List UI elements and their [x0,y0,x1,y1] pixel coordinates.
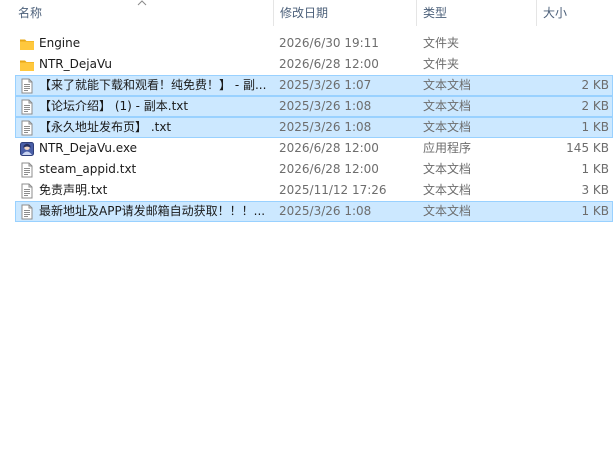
file-size: 2 KB [581,78,609,92]
file-type: 文件夹 [423,36,460,50]
file-size: 1 KB [581,120,609,134]
file-size: 2 KB [581,99,609,113]
file-size: 1 KB [581,162,609,176]
file-name: NTR_DejaVu.exe [39,141,138,155]
text-file-icon [19,162,35,178]
file-row[interactable]: 【论坛介绍】 (1) - 副本.txt 2025/3/26 1:08 文本文档 2 K… [15,96,613,117]
column-header-date-label: 修改日期 [280,6,329,20]
file-modified-date: 2025/11/12 17:26 [279,183,387,197]
file-size: 3 KB [581,183,609,197]
file-row[interactable]: 【永久地址发布页】 .txt 2025/3/26 1:08 文本文档 1 KB [15,117,613,138]
folder-icon [19,36,35,52]
file-type: 文本文档 [423,120,472,134]
sort-ascending-chevron-icon [137,0,147,6]
text-file-icon [19,99,35,115]
text-file-icon [19,120,35,136]
text-file-icon [19,78,35,94]
file-row[interactable]: NTR_DejaVu 2026/6/28 12:00 文件夹 [15,54,613,75]
file-name: 免责声明.txt [39,183,108,197]
file-size [534,55,609,74]
file-modified-date: 2026/6/28 12:00 [279,57,379,71]
file-type: 文本文档 [423,183,472,197]
file-row[interactable]: steam_appid.txt 2026/6/28 12:00 文本文档 1 KB [15,159,613,180]
file-row[interactable]: 【来了就能下载和观看！纯免费！】 - 副... 2025/3/26 1:07 文本文… [15,75,613,96]
file-name: steam_appid.txt [39,162,137,176]
file-size [534,34,609,53]
file-row[interactable]: NTR_DejaVu.exe 2026/6/28 12:00 应用程序 145 KB [15,138,613,159]
file-explorer-window: 名称 修改日期 类型 大小 Engine 2026/6/30 19:11 文件夹 NT… [0,0,615,465]
file-type: 应用程序 [423,141,472,155]
text-file-icon [19,204,35,220]
file-name: Engine [39,36,81,50]
file-modified-date: 2026/6/28 12:00 [279,141,379,155]
file-modified-date: 2025/3/26 1:07 [279,78,372,92]
folder-icon [19,57,35,73]
text-file-icon [19,183,35,199]
file-type: 文件夹 [423,57,460,71]
column-header-size[interactable]: 大小 [536,0,615,26]
file-type: 文本文档 [423,99,472,113]
file-modified-date: 2025/3/26 1:08 [279,99,372,113]
file-row[interactable]: 最新地址及APP请发邮箱自动获取！！！... 2025/3/26 1:08 文本文档… [15,201,613,222]
file-modified-date: 2026/6/28 12:00 [279,162,379,176]
file-type: 文本文档 [423,162,472,176]
column-header-size-label: 大小 [543,6,568,20]
column-header-type[interactable]: 类型 [416,0,536,26]
column-header-name-label: 名称 [18,6,43,20]
column-header-date[interactable]: 修改日期 [273,0,416,26]
file-row[interactable]: Engine 2026/6/30 19:11 文件夹 [15,33,613,54]
file-modified-date: 2025/3/26 1:08 [279,204,372,218]
file-size: 145 KB [566,141,609,155]
file-modified-date: 2025/3/26 1:08 [279,120,372,134]
file-row[interactable]: 免责声明.txt 2025/11/12 17:26 文本文档 3 KB [15,180,613,201]
file-type: 文本文档 [423,204,472,218]
app-exe-icon [19,141,35,157]
file-type: 文本文档 [423,78,472,92]
file-modified-date: 2026/6/30 19:11 [279,36,379,50]
file-name: 【论坛介绍】 (1) - 副本.txt [39,99,189,113]
file-name: 【来了就能下载和观看！纯免费！】 - 副... [39,78,267,92]
file-name: 最新地址及APP请发邮箱自动获取！！！... [39,204,266,218]
file-size: 1 KB [581,204,609,218]
column-header-type-label: 类型 [423,6,448,20]
column-header-bar: 名称 修改日期 类型 大小 [0,0,615,26]
file-name: 【永久地址发布页】 .txt [39,120,172,134]
file-name: NTR_DejaVu [39,57,112,71]
